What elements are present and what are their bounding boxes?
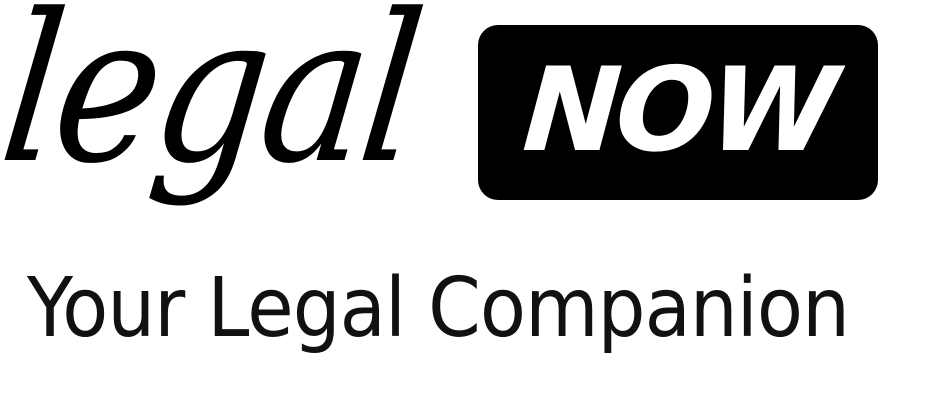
logo-tagline: Your Legal Companion bbox=[27, 261, 850, 356]
legalnow-logo: legal NOW Your Legal Companion bbox=[0, 0, 945, 413]
logo-script-word: legal bbox=[0, 0, 430, 209]
logo-now-box: NOW bbox=[478, 25, 878, 200]
logo-now-text: NOW bbox=[518, 42, 838, 178]
